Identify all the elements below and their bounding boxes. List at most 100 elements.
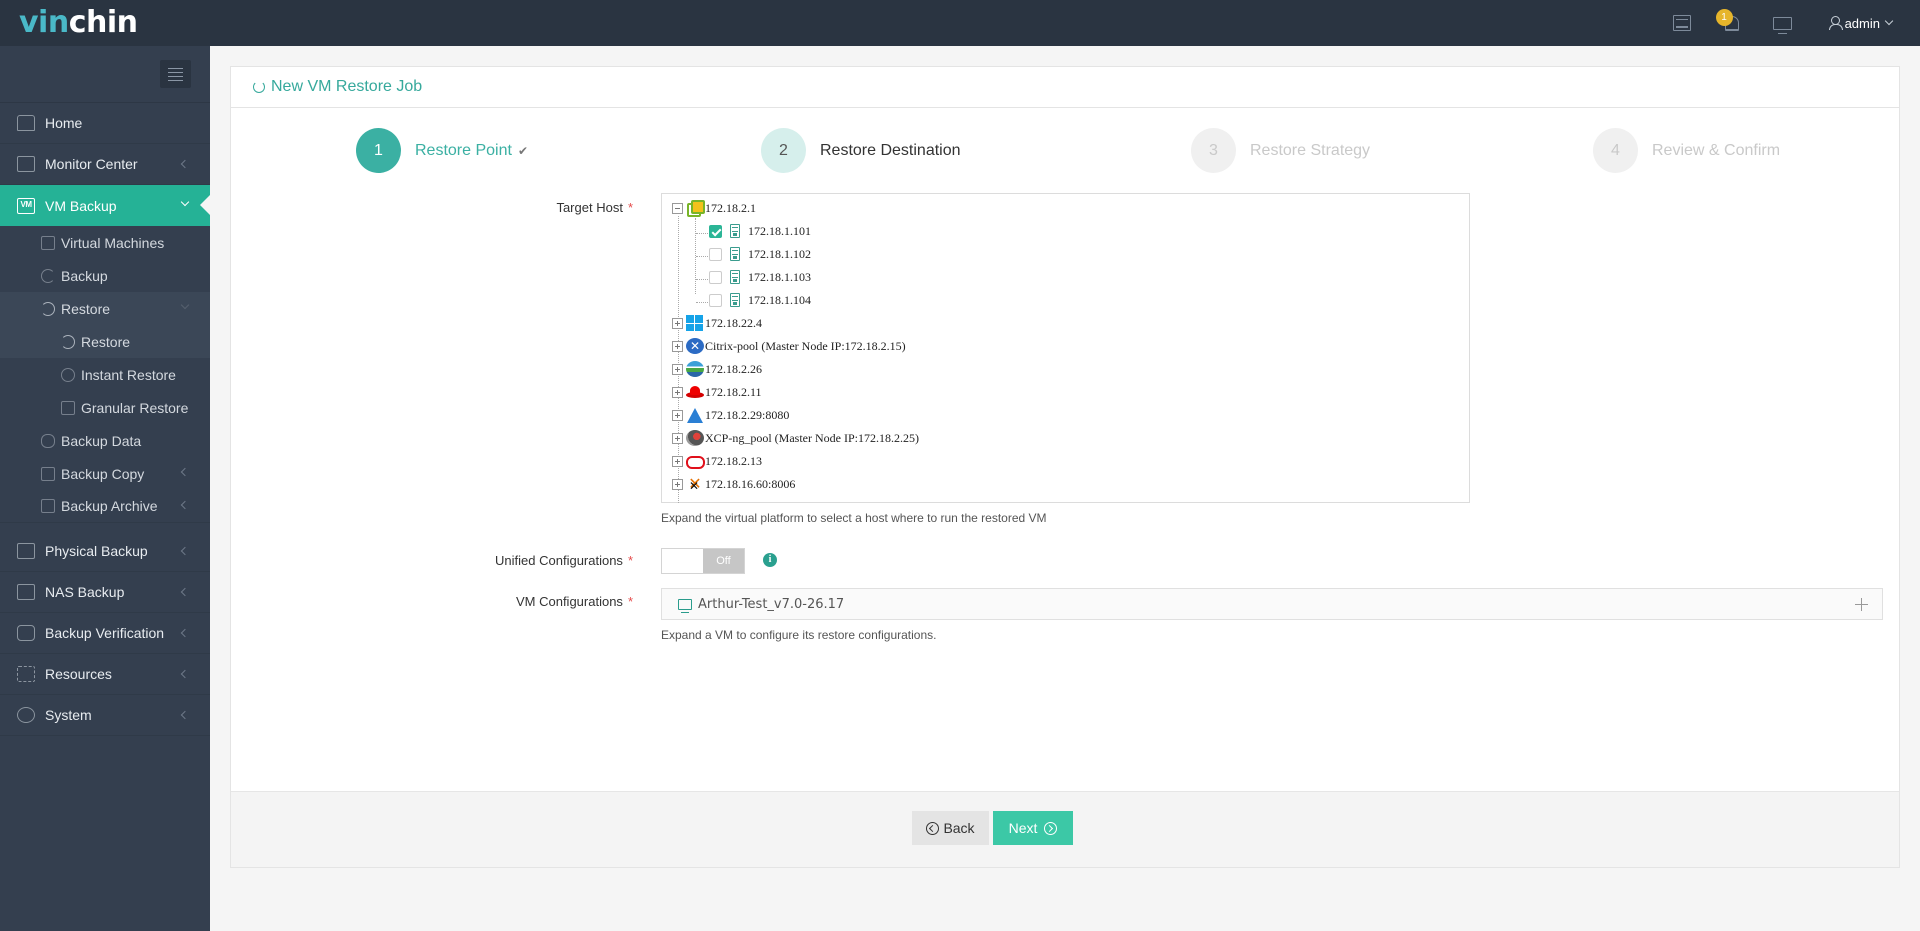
host-checkbox[interactable] [709,224,722,238]
tree-node-host[interactable]: 172.18.1.103 [709,267,811,287]
sidebar-item-backup[interactable]: Backup [0,259,210,292]
vinchin-logo[interactable]: vinchin [19,5,138,40]
sidebar-item-nas-backup[interactable]: NAS Backup [0,572,210,613]
tree-node-root[interactable]: 172.18.2.1 [672,198,756,218]
tree-node-host[interactable]: 172.18.1.104 [709,290,811,310]
toggle-state: Off [703,549,744,573]
chevron-left-icon [180,159,190,169]
server-icon [730,293,740,307]
sidebar-item-backup-archive[interactable]: Backup Archive [0,490,210,523]
sidebar-item-restore-group[interactable]: Restore [0,292,210,325]
step-label: Review & Confirm [1652,141,1781,159]
chevron-left-icon [180,500,190,510]
sidebar-item-virtual-machines[interactable]: Virtual Machines [0,226,210,259]
tree-node-label: 172.18.1.101 [748,223,811,238]
sidebar-item-home[interactable]: Home [0,103,210,144]
tree-node-platform[interactable]: ✕ Citrix-pool (Master Node IP:172.18.2.1… [672,336,906,356]
restore-icon [41,301,55,316]
restore-icon [61,334,75,349]
sidebar-item-resources[interactable]: Resources [0,654,210,695]
host-checkbox[interactable] [709,293,722,307]
sidebar-item-monitor-center[interactable]: Monitor Center [0,144,210,185]
sidebar-item-backup-verification[interactable]: Backup Verification [0,613,210,654]
tree-node-platform[interactable]: ✕ ✕ 172.18.16.60:8006 [672,474,795,494]
expand-icon[interactable] [672,363,683,375]
sidebar-item-physical-backup[interactable]: Physical Backup [0,531,210,572]
tree-node-label: 172.18.1.102 [748,246,811,261]
sidebar-item-restore[interactable]: Restore [0,325,210,358]
logo-text-part1: vin [19,5,69,40]
virtual-machines-icon [41,235,55,250]
expand-icon[interactable] [672,432,683,444]
user-menu[interactable]: admin [1828,16,1894,31]
logo-text-part2: chin [68,5,138,40]
collapse-icon[interactable] [672,202,683,214]
tree-node-platform[interactable]: 172.18.2.11 [672,382,762,402]
required-mark: * [627,200,633,215]
tree-node-platform[interactable]: 172.18.22.4 [672,313,762,333]
chevron-left-icon [180,546,190,556]
step-number: 3 [1191,128,1236,173]
tree-node-platform[interactable]: 172.18.2.26 [672,359,762,379]
expand-icon[interactable] [672,317,683,329]
panel-header: New VM Restore Job [231,67,1899,108]
server-icon [730,224,740,238]
expand-icon[interactable] [672,340,683,352]
sidebar-item-vm-backup[interactable]: VM VM Backup [0,185,210,226]
sidebar-item-label: Instant Restore [81,366,176,383]
tree-guide-line [696,256,708,257]
expand-plus-icon[interactable] [1855,598,1868,611]
notification-badge: 1 [1715,8,1733,26]
next-button[interactable]: Next [993,811,1073,845]
host-checkbox[interactable] [709,270,722,284]
sidebar-item-backup-data[interactable]: Backup Data [0,424,210,457]
tree-node-platform[interactable]: 172.18.2.29:8080 [672,405,789,425]
expand-icon[interactable] [672,455,683,467]
sidebar-item-label: Monitor Center [45,156,138,172]
vmware-icon [686,200,705,217]
gear-icon [17,707,35,723]
expand-icon[interactable] [672,478,683,490]
monitor-icon[interactable] [1772,16,1792,34]
chevron-left-icon [180,669,190,679]
tree-node-platform[interactable]: 172.18.2.13 [672,451,762,471]
sidebar-item-label: Restore [61,300,111,317]
expand-icon[interactable] [672,386,683,398]
host-checkbox[interactable] [709,247,722,261]
step-restore-point[interactable]: 1 Restore Point ✔ [356,128,528,173]
wizard-steps: 1 Restore Point ✔ 2 Restore Destination … [231,128,1899,174]
chevron-left-icon [180,628,190,638]
proxmox-icon: ✕ ✕ [688,474,702,494]
tree-guide-line [696,279,708,280]
tree-node-label: Citrix-pool (Master Node IP:172.18.2.15) [705,338,906,353]
step-number: 4 [1593,128,1638,173]
sidebar-item-instant-restore[interactable]: Instant Restore [0,358,210,391]
label-text: Unified Configurations [495,553,623,568]
tree-node-platform[interactable]: XCP-ng_pool (Master Node IP:172.18.2.25) [672,428,919,448]
tree-node-label: 172.18.1.104 [748,292,811,307]
back-button[interactable]: Back [912,811,989,845]
target-host-tree[interactable]: 172.18.2.1 172.18.1.101 172.18.1.102 172… [661,193,1470,503]
step-label: Restore Strategy [1250,141,1371,159]
xcp-ng-icon [686,430,704,446]
step-restore-destination[interactable]: 2 Restore Destination [761,128,961,173]
tree-node-host[interactable]: 172.18.1.101 [709,221,811,241]
vm-configuration-row[interactable]: Arthur-Test_v7.0-26.17 [661,588,1883,620]
unified-configurations-toggle[interactable]: Off [661,548,745,574]
resources-icon [17,666,35,682]
info-icon[interactable]: i [763,553,777,567]
tree-node-label: 172.18.2.26 [705,361,762,376]
step-restore-strategy: 3 Restore Strategy [1191,128,1370,173]
sidebar-item-system[interactable]: System [0,695,210,736]
expand-icon[interactable] [672,409,683,421]
sidebar-item-granular-restore[interactable]: Granular Restore [0,391,210,424]
sidebar-toggle-button[interactable] [160,60,191,88]
sidebar-item-backup-copy[interactable]: Backup Copy [0,457,210,490]
nas-icon [17,584,35,600]
bell-icon[interactable]: 1 [1715,8,1739,31]
sidebar-item-label: Resources [45,666,112,682]
task-list-icon[interactable] [1672,15,1691,31]
database-icon [41,433,55,448]
tree-node-host[interactable]: 172.18.1.102 [709,244,811,264]
